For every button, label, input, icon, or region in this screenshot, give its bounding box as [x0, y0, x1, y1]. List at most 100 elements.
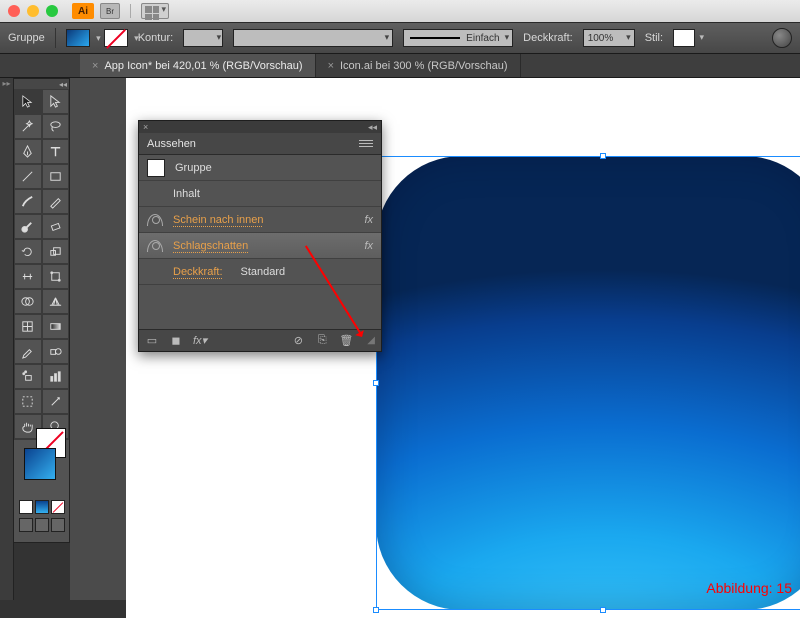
type-tool[interactable] — [42, 139, 70, 164]
appearance-effect-row[interactable]: Schein nach innen fx — [139, 207, 381, 233]
fill-swatch[interactable]: ▾ — [66, 29, 90, 47]
pen-tool[interactable] — [14, 139, 42, 164]
opacity-field[interactable]: 100% — [583, 29, 635, 47]
opacity-value: Standard — [241, 266, 286, 278]
appearance-effect-row[interactable]: Schlagschatten fx — [139, 233, 381, 259]
opacity-link[interactable]: Deckkraft: — [173, 266, 223, 278]
effect-link[interactable]: Schein nach innen — [173, 214, 264, 226]
selection-handle[interactable] — [373, 607, 379, 613]
eyedropper-tool[interactable] — [14, 339, 42, 364]
selection-handle[interactable] — [600, 607, 606, 613]
document-tabstrip: × App Icon* bei 420,01 % (RGB/Vorschau) … — [0, 54, 800, 78]
appearance-panel: × ◂◂ Aussehen Gruppe Inhalt Schein nach … — [138, 120, 382, 352]
stroke-swatch[interactable]: ▾ — [104, 29, 128, 47]
drawing-mode-behind[interactable] — [35, 518, 49, 532]
fill-color-control[interactable] — [24, 448, 56, 480]
dock-rail: ▸▸ — [0, 78, 14, 600]
expand-dock-icon[interactable]: ▸▸ — [0, 78, 13, 88]
effect-link[interactable]: Schlagschatten — [173, 240, 248, 252]
stroke-label: Kontur: — [138, 32, 173, 44]
collapse-panel-icon[interactable]: ◂◂ — [368, 122, 377, 133]
paintbrush-tool[interactable] — [14, 189, 42, 214]
artwork-app-icon[interactable] — [376, 156, 800, 610]
panel-menu-icon[interactable] — [359, 140, 373, 147]
appearance-opacity-row[interactable]: Deckkraft: Standard — [139, 259, 381, 285]
document-tab-label: Icon.ai bei 300 % (RGB/Vorschau) — [340, 60, 508, 72]
control-bar: Gruppe ▾ ▾ Kontur: Einfach Deckkraft: 10… — [0, 22, 800, 54]
magic-wand-tool[interactable] — [14, 114, 42, 139]
selection-type-label: Gruppe — [8, 32, 45, 44]
resize-grip-icon[interactable]: ◢ — [367, 335, 375, 346]
document-setup-button[interactable] — [772, 28, 792, 48]
drawing-mode-normal[interactable] — [19, 518, 33, 532]
eraser-tool[interactable] — [42, 214, 70, 239]
opacity-label: Deckkraft: — [523, 32, 573, 44]
rotate-tool[interactable] — [14, 239, 42, 264]
stroke-weight-field[interactable] — [183, 29, 223, 47]
close-window-button[interactable] — [8, 5, 20, 17]
lasso-tool[interactable] — [42, 114, 70, 139]
document-tab[interactable]: × Icon.ai bei 300 % (RGB/Vorschau) — [316, 54, 521, 77]
perspective-grid-tool[interactable] — [42, 289, 70, 314]
free-transform-tool[interactable] — [42, 264, 70, 289]
fill-stroke-controls — [14, 439, 69, 542]
bridge-button[interactable]: Br — [100, 3, 120, 19]
tools-panel: ◂◂ — [14, 78, 70, 543]
duplicate-item-button[interactable]: ⎘ — [315, 334, 329, 348]
gradient-mode-button[interactable] — [35, 500, 49, 514]
visibility-toggle-icon[interactable] — [147, 240, 163, 252]
target-label: Gruppe — [175, 162, 212, 174]
close-panel-icon[interactable]: × — [143, 122, 148, 132]
figure-caption: Abbildung: 15 — [706, 580, 792, 596]
column-graph-tool[interactable] — [42, 364, 70, 389]
appearance-target-row: Gruppe — [139, 155, 381, 181]
target-thumbnail — [147, 159, 165, 177]
new-fill-button[interactable]: ◼ — [169, 334, 183, 348]
style-label: Stil: — [645, 32, 663, 44]
clear-appearance-button[interactable]: ⊘ — [291, 334, 305, 348]
contents-label: Inhalt — [173, 188, 200, 200]
document-tab[interactable]: × App Icon* bei 420,01 % (RGB/Vorschau) — [80, 54, 316, 77]
add-effect-button[interactable]: fx▾ — [193, 334, 207, 348]
traffic-lights — [8, 5, 58, 17]
shape-builder-tool[interactable] — [14, 289, 42, 314]
blend-tool[interactable] — [42, 339, 70, 364]
direct-selection-tool[interactable] — [42, 89, 70, 114]
line-segment-tool[interactable] — [14, 164, 42, 189]
fx-badge-icon: fx — [364, 214, 373, 226]
artboard-tool[interactable] — [14, 389, 42, 414]
width-tool[interactable] — [14, 264, 42, 289]
brush-definition[interactable]: Einfach — [403, 29, 513, 47]
close-tab-icon[interactable]: × — [92, 60, 98, 72]
panel-tab-appearance[interactable]: Aussehen — [147, 138, 196, 150]
graphic-style-swatch[interactable] — [673, 29, 695, 47]
blob-brush-tool[interactable] — [14, 214, 42, 239]
none-mode-button[interactable] — [51, 500, 65, 514]
close-tab-icon[interactable]: × — [328, 60, 334, 72]
selection-tool[interactable] — [14, 89, 42, 114]
new-stroke-button[interactable]: ▭ — [145, 334, 159, 348]
fx-badge-icon: fx — [364, 240, 373, 252]
slice-tool[interactable] — [42, 389, 70, 414]
scale-tool[interactable] — [42, 239, 70, 264]
gradient-tool[interactable] — [42, 314, 70, 339]
color-mode-button[interactable] — [19, 500, 33, 514]
workspace-switcher[interactable] — [141, 3, 169, 19]
document-tab-label: App Icon* bei 420,01 % (RGB/Vorschau) — [104, 60, 302, 72]
variable-width-profile[interactable] — [233, 29, 393, 47]
pencil-tool[interactable] — [42, 189, 70, 214]
panel-footer: ▭ ◼ fx▾ ⊘ ⎘ 🗑 ◢ — [139, 329, 381, 351]
minimize-window-button[interactable] — [27, 5, 39, 17]
mesh-tool[interactable] — [14, 314, 42, 339]
delete-item-button[interactable]: 🗑 — [339, 334, 353, 348]
rectangle-tool[interactable] — [42, 164, 70, 189]
visibility-toggle-icon[interactable] — [147, 214, 163, 226]
collapse-tools-icon[interactable]: ◂◂ — [14, 79, 69, 89]
symbol-sprayer-tool[interactable] — [14, 364, 42, 389]
selection-handle[interactable] — [373, 380, 379, 386]
appearance-contents-row[interactable]: Inhalt — [139, 181, 381, 207]
drawing-mode-inside[interactable] — [51, 518, 65, 532]
app-badge: Ai — [72, 3, 94, 19]
zoom-window-button[interactable] — [46, 5, 58, 17]
selection-handle[interactable] — [600, 153, 606, 159]
